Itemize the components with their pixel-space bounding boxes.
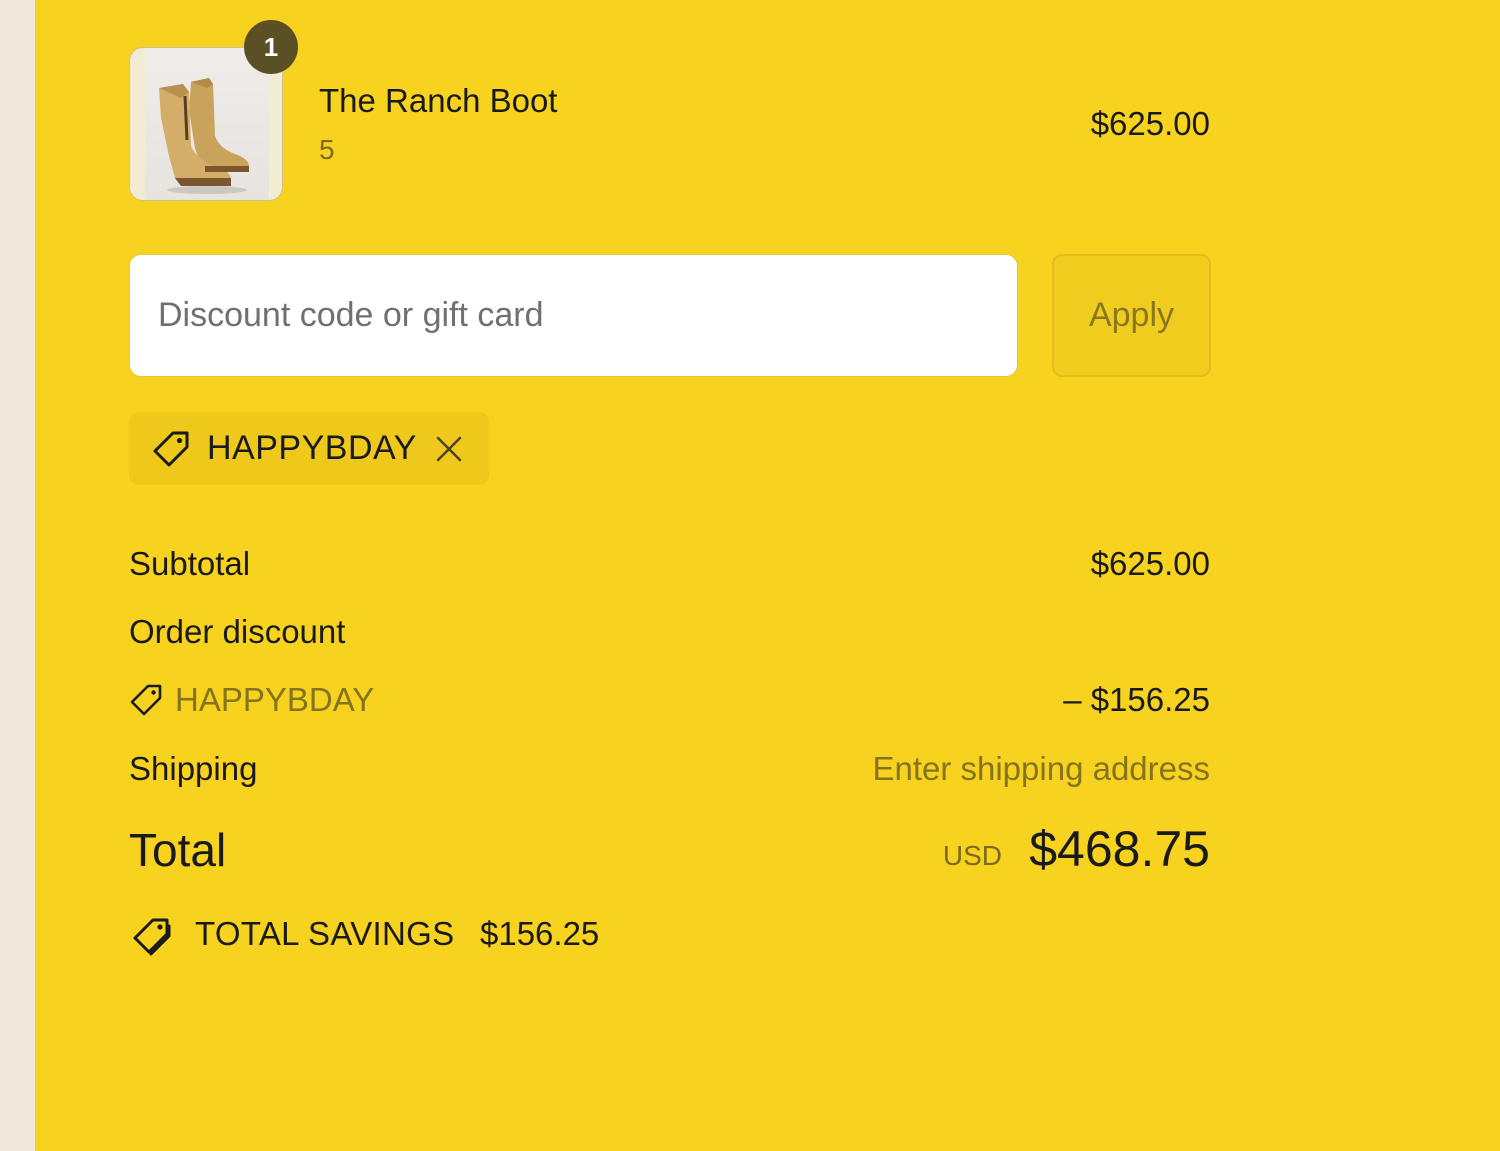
product-price: $625.00 xyxy=(1090,105,1210,142)
tag-icon xyxy=(153,431,189,467)
total-savings-label: TOTAL SAVINGS xyxy=(195,915,455,952)
quantity-badge: 1 xyxy=(244,20,298,74)
shipping-label: Shipping xyxy=(129,750,258,787)
applied-discount-code: HAPPYBDAY xyxy=(207,429,417,467)
total-label: Total xyxy=(129,824,227,876)
boot-image xyxy=(159,78,249,194)
total-value: $468.75 xyxy=(1029,821,1210,877)
discount-amount: – $156.25 xyxy=(1063,681,1210,718)
product-photo xyxy=(145,48,269,200)
order-discount-label: Order discount xyxy=(129,613,346,650)
tag-icon xyxy=(130,684,162,716)
discount-line-code: HAPPYBDAY xyxy=(175,681,375,718)
shipping-value: Enter shipping address xyxy=(872,750,1210,787)
product-variant: 5 xyxy=(319,134,335,165)
product-name: The Ranch Boot xyxy=(319,82,558,119)
subtotal-label: Subtotal xyxy=(129,545,251,582)
total-currency: USD xyxy=(942,840,1002,871)
page-left-background xyxy=(0,0,35,1151)
total-savings-value: $156.25 xyxy=(480,915,600,952)
savings-tags-icon xyxy=(133,918,171,956)
close-icon[interactable] xyxy=(434,434,464,464)
subtotal-value: $625.00 xyxy=(1090,545,1210,582)
applied-discount-tag: HAPPYBDAY xyxy=(129,412,489,485)
discount-code-input[interactable] xyxy=(129,254,1018,377)
apply-discount-button[interactable]: Apply xyxy=(1052,254,1211,377)
